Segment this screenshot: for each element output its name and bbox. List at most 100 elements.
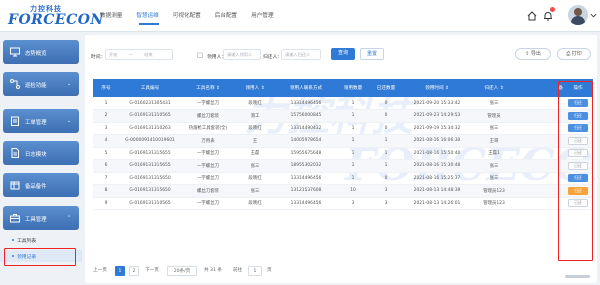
table-cell: 一字螺丝刀: [181, 159, 235, 173]
printer-icon: ⎙: [566, 51, 571, 57]
brand-logo[interactable]: 力控科技 FORCECON: [8, 4, 103, 28]
table-cell: 1: [337, 172, 369, 185]
column-header[interactable]: 领用人 ⇕: [235, 79, 275, 97]
table-cell: G-0000091410019601: [119, 134, 181, 148]
user-avatar[interactable]: [568, 5, 588, 25]
table-cell: [517, 159, 563, 173]
box-icon: [10, 181, 20, 190]
chevron-down-icon[interactable]: [590, 12, 597, 19]
sidebar-item-workorder[interactable]: 工单管理 ⌄: [3, 109, 79, 133]
table-cell: [517, 122, 563, 135]
page-2-button[interactable]: 2: [129, 266, 139, 276]
pagination: 上一页 1 2 下一页 20条/页 共 31 条 前往 1 页: [93, 266, 393, 278]
table-cell: 段晓红: [235, 197, 275, 210]
nav-visual-config[interactable]: 可视化配置: [173, 12, 201, 24]
page-suffix: 页: [267, 268, 272, 273]
column-header[interactable]: 领用人联系方式: [275, 79, 337, 97]
records-table-container: 序号 工具编号 工具名称 ⇕ 领用人 ⇕ 领用人联系方式 领用数量 已还数量 领…: [93, 79, 593, 259]
table-cell: 1: [337, 97, 369, 110]
sidebar-item-label: 态势概览: [25, 51, 47, 57]
calendar-icon[interactable]: [197, 52, 203, 58]
table-cell: 2021-08-13 14:48:39: [403, 184, 471, 198]
table-cell: 3: [93, 122, 119, 135]
table-cell: 1: [369, 134, 403, 148]
nav-data-measure[interactable]: 数据测量: [100, 12, 122, 24]
table-cell: 一字螺丝刀: [181, 172, 235, 185]
column-header[interactable]: 领用数量: [337, 79, 369, 97]
reset-button[interactable]: 重置: [360, 48, 384, 60]
table-cell: 3: [337, 197, 369, 210]
table-row: 1 G-0160231305431 一字螺丝刀 段晓红 13314496456 1 0 202…: [93, 97, 593, 110]
table-cell: 1: [337, 159, 369, 173]
print-button[interactable]: ⎙ 打印: [557, 48, 591, 60]
column-header[interactable]: 已还数量: [369, 79, 403, 97]
export-button[interactable]: ⇪ 导出: [515, 48, 551, 60]
sidebar-item-log[interactable]: 日志模块: [3, 141, 79, 165]
table-cell: G-0169131310565: [119, 109, 181, 123]
table-cell: G-0169131310565: [119, 197, 181, 210]
table-cell: 14005978654: [275, 134, 337, 148]
table-cell: 5: [93, 147, 119, 160]
column-header[interactable]: 序号: [93, 79, 119, 97]
highlight-box-sidebar: [4, 248, 76, 266]
column-header[interactable]: 工具名称 ⇕: [181, 79, 235, 97]
table-cell: 2021-09-23 14:29:53: [403, 109, 471, 123]
table-cell: 段晓红: [235, 122, 275, 135]
table-cell: 段晓红: [235, 172, 275, 185]
print-label: 打印: [571, 51, 582, 57]
sidebar-item-overview[interactable]: 态势概览: [3, 40, 79, 64]
end-date-placeholder: 结束: [144, 52, 153, 57]
nav-user-manage[interactable]: 用户管理: [251, 12, 273, 24]
sidebar-subitem-tool-list[interactable]: 工具列表: [0, 234, 82, 246]
table-cell: 1: [337, 134, 369, 148]
table-cell: 3: [369, 184, 403, 198]
table-row: 8 G-0169131315650 螺丝刀套装 张三 13121537608 10 3 202…: [93, 184, 593, 198]
start-date-placeholder: 开始: [109, 52, 118, 57]
range-separator: —: [128, 52, 133, 57]
sidebar-item-label: 日志模块: [25, 152, 47, 158]
table-cell: 张三: [235, 184, 275, 198]
table-cell: 13314490432: [275, 122, 337, 135]
sidebar-item-inspection[interactable]: 巡检功能 ⌄: [3, 72, 79, 96]
table-cell: 1: [337, 147, 369, 160]
next-page-button[interactable]: 下一页: [145, 266, 159, 276]
table-cell: 0: [369, 109, 403, 123]
column-header[interactable]: 工具编号: [119, 79, 181, 97]
route-icon: [10, 79, 20, 89]
query-button[interactable]: 查询: [331, 48, 355, 60]
table-cell: G-0169131315650: [119, 172, 181, 185]
table-cell: 1: [337, 109, 369, 123]
column-header[interactable]: 领用时间 ⇕: [403, 79, 471, 97]
column-header[interactable]: 备: [517, 79, 563, 97]
table-cell: 1: [93, 97, 119, 110]
returner-input[interactable]: 请输入归还人: [281, 49, 321, 60]
table-cell: 4: [93, 134, 119, 148]
table-cell: 9: [93, 197, 119, 210]
table-cell: 13121537608: [275, 184, 337, 198]
table-cell: 15756000845: [275, 109, 337, 123]
table-cell: 13314496456: [275, 197, 337, 210]
table-cell: G-0169131310263: [119, 122, 181, 135]
date-range-input[interactable]: 开始 — 结束: [105, 49, 173, 60]
main-panel: 力控科技 FORCECON 时间： 开始 — 结束 领用人： 请输入领用人 归还…: [85, 35, 597, 283]
nav-backend-config[interactable]: 后台配置: [215, 12, 237, 24]
goto-page-input[interactable]: 1: [248, 266, 262, 276]
sidebar-item-tool-manage[interactable]: 工具管理 ⌃: [3, 206, 79, 230]
page-size-select[interactable]: 20条/页: [167, 266, 197, 276]
home-icon[interactable]: [526, 10, 538, 22]
total-count: 共 31 条: [204, 268, 222, 273]
table-cell: 2021-09-19 15:34:32: [403, 122, 471, 135]
horizontal-scrollbar[interactable]: [565, 275, 590, 278]
table-cell: 1: [369, 159, 403, 173]
prev-page-button[interactable]: 上一页: [93, 266, 107, 276]
table-cell: 2021-09-20 15:33:42: [403, 97, 471, 110]
table-cell: G-0169131315655: [119, 147, 181, 160]
receiver-input[interactable]: 请输入领用人: [223, 49, 261, 60]
page-1-button[interactable]: 1: [115, 266, 125, 276]
table-cell: 2021-08-16 15:25:37: [403, 172, 471, 185]
table-cell: 一字螺丝刀: [181, 147, 235, 160]
table-cell: 13314496456: [275, 172, 337, 185]
table-cell: 0: [369, 122, 403, 135]
column-header[interactable]: 归还人 ⇕: [471, 79, 517, 97]
sidebar-item-spare-parts[interactable]: 备品备件: [3, 173, 79, 197]
